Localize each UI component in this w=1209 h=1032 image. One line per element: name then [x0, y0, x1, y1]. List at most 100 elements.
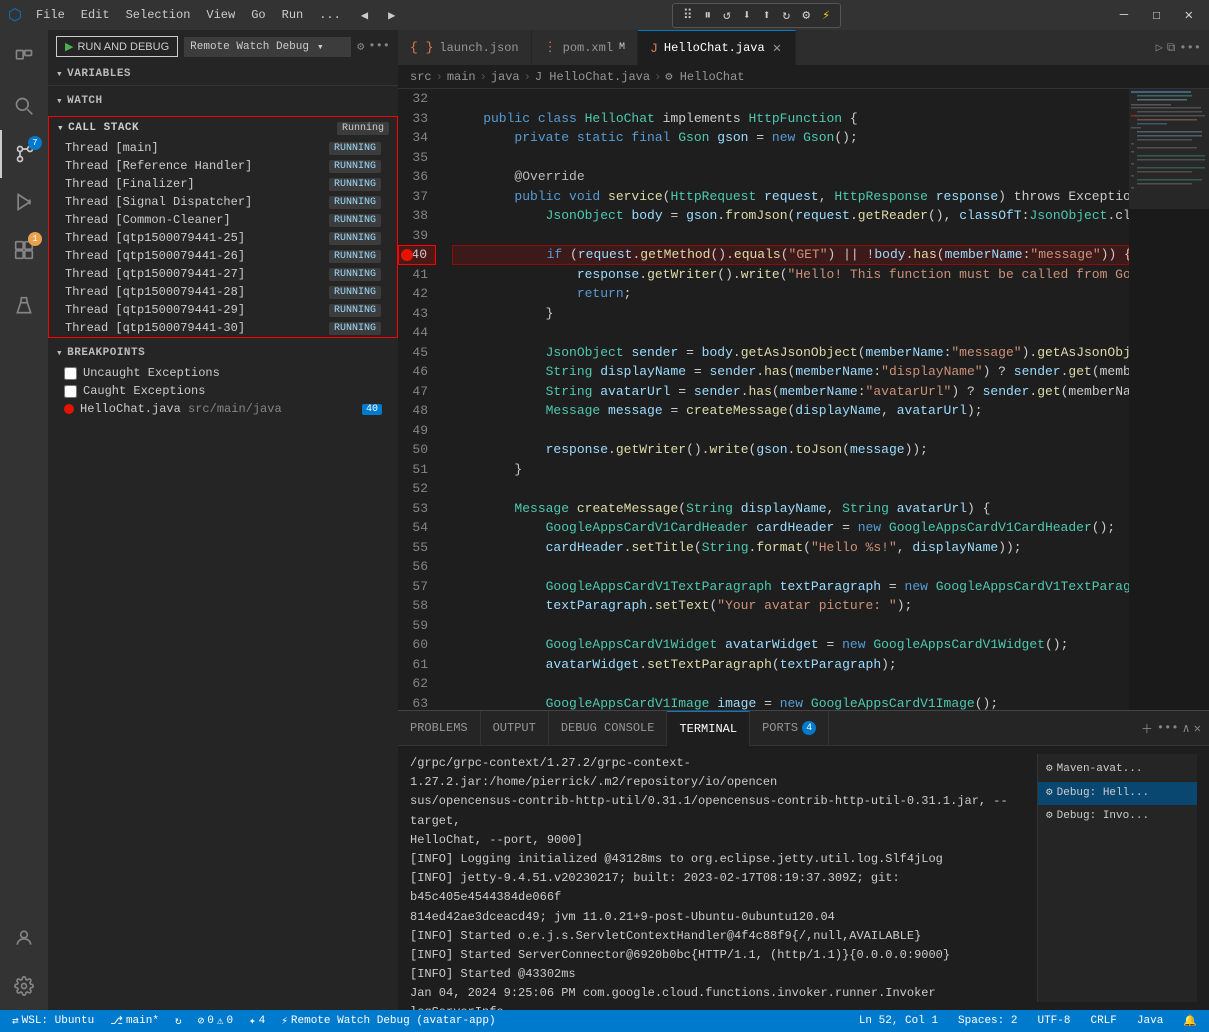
close-button[interactable]: ✕ [1177, 5, 1201, 26]
debug-settings-icon[interactable]: ⚙ [798, 6, 814, 25]
thread-status-10: RUNNING [329, 322, 381, 335]
status-wsl[interactable]: ⇄ WSL: Ubuntu [8, 1014, 98, 1028]
breadcrumb-class[interactable]: ⚙ HelloChat [665, 69, 744, 84]
activity-test[interactable] [0, 282, 48, 330]
thread-item-1[interactable]: Thread [Reference Handler]RUNNING [49, 157, 397, 175]
tab-pom-xml[interactable]: ⋮ pom.xml M [532, 30, 638, 65]
status-eol[interactable]: CRLF [1086, 1015, 1120, 1027]
breadcrumb-file[interactable]: J HelloChat.java [535, 70, 650, 84]
debug-step-out-icon[interactable]: ⬆ [759, 6, 775, 25]
variables-section-header[interactable]: ▾ VARIABLES [48, 63, 398, 85]
line-40-bp-indicator [401, 249, 413, 261]
terminal-side-maven[interactable]: ⚙ Maven-avat... [1038, 758, 1197, 782]
panel-tab-output[interactable]: OUTPUT [481, 711, 549, 746]
more-tabs-icon[interactable]: ••• [1179, 41, 1201, 55]
breakpoint-uncaught[interactable]: Uncaught Exceptions [48, 364, 398, 382]
activity-explorer[interactable] [0, 34, 48, 82]
minimize-button[interactable]: — [1112, 5, 1136, 25]
menu-view[interactable]: View [200, 6, 241, 24]
nav-forward[interactable]: ▶ [382, 6, 401, 25]
panel-add-icon[interactable]: ＋ [1141, 720, 1153, 737]
thread-item-8[interactable]: Thread [qtp1500079441-28]RUNNING [49, 283, 397, 301]
thread-item-4[interactable]: Thread [Common-Cleaner]RUNNING [49, 211, 397, 229]
status-language[interactable]: Java [1133, 1015, 1167, 1027]
caught-exceptions-checkbox[interactable] [64, 385, 77, 398]
debug-lightning-icon[interactable]: ⚡ [818, 6, 834, 25]
activity-run-debug[interactable] [0, 178, 48, 226]
menu-edit[interactable]: Edit [75, 6, 116, 24]
breakpoint-hellochat[interactable]: HelloChat.java src/main/java 40 [48, 400, 398, 418]
thread-item-5[interactable]: Thread [qtp1500079441-25]RUNNING [49, 229, 397, 247]
panel-tab-terminal[interactable]: TERMINAL [667, 711, 750, 746]
code-line-49 [452, 421, 1129, 441]
menu-selection[interactable]: Selection [120, 6, 197, 24]
debug-restart-icon[interactable]: ↺ [719, 6, 735, 25]
thread-item-3[interactable]: Thread [Signal Dispatcher]RUNNING [49, 193, 397, 211]
line-numbers: 32 33 34 35 36 37 38 39 40 41 42 43 44 4… [398, 89, 448, 710]
run-and-debug-button[interactable]: ▶ RUN AND DEBUG [56, 36, 178, 57]
call-stack-header[interactable]: ▾ CALL STACK Running [49, 117, 397, 139]
panel-tab-debug-console[interactable]: DEBUG CONSOLE [549, 711, 668, 746]
thread-item-10[interactable]: Thread [qtp1500079441-30]RUNNING [49, 319, 397, 337]
debug-pause-icon[interactable]: ⏸ [701, 6, 716, 25]
maximize-button[interactable]: ☐ [1144, 5, 1168, 26]
status-encoding[interactable]: UTF-8 [1033, 1015, 1074, 1027]
status-position[interactable]: Ln 52, Col 1 [855, 1015, 942, 1027]
terminal-side-debug-invo[interactable]: ⚙ Debug: Invo... [1038, 805, 1197, 829]
breakpoint-caught[interactable]: Caught Exceptions [48, 382, 398, 400]
menu-more[interactable]: ... [313, 6, 347, 24]
run-in-new-window-icon[interactable]: ▷ [1156, 40, 1163, 55]
menu-go[interactable]: Go [245, 6, 271, 24]
split-editor-icon[interactable]: ⧉ [1167, 41, 1176, 55]
tab-close-button[interactable]: ✕ [771, 40, 783, 57]
panel-maximize-icon[interactable]: ∧ [1183, 721, 1190, 736]
panel-close-icon[interactable]: ✕ [1194, 721, 1201, 736]
activity-extensions[interactable]: 1 [0, 226, 48, 274]
status-remote-debug[interactable]: ⚡ Remote Watch Debug (avatar-app) [277, 1014, 499, 1028]
panel-more-icon[interactable]: ••• [1157, 721, 1179, 735]
thread-item-7[interactable]: Thread [qtp1500079441-27]RUNNING [49, 265, 397, 283]
status-notifications[interactable]: 🔔 [1179, 1014, 1201, 1028]
breadcrumb-java[interactable]: java [491, 70, 520, 84]
breakpoints-section-header[interactable]: ▾ BREAKPOINTS [48, 342, 398, 364]
thread-item-9[interactable]: Thread [qtp1500079441-29]RUNNING [49, 301, 397, 319]
debug-step-into-icon[interactable]: ⬇ [739, 6, 755, 25]
code-content[interactable]: public class HelloChat implements HttpFu… [448, 89, 1129, 710]
sidebar-settings-icon[interactable]: ⚙ [357, 39, 364, 54]
config-selector[interactable]: Remote Watch Debug ▾ [184, 37, 351, 57]
debug-step-over-icon[interactable]: ↻ [779, 6, 795, 25]
menu-file[interactable]: File [30, 6, 71, 24]
thread-item-6[interactable]: Thread [qtp1500079441-26]RUNNING [49, 247, 397, 265]
watch-section-header[interactable]: ▾ WATCH [48, 90, 398, 112]
status-error-icon: ⊘ [198, 1014, 205, 1028]
activity-settings[interactable] [0, 962, 48, 1010]
breadcrumb-src[interactable]: src [410, 70, 432, 84]
code-line-35 [452, 148, 1129, 168]
thread-item-2[interactable]: Thread [Finalizer]RUNNING [49, 175, 397, 193]
activity-search[interactable] [0, 82, 48, 130]
breadcrumb-main[interactable]: main [447, 70, 476, 84]
sidebar-more-icon[interactable]: ••• [368, 39, 390, 54]
status-bar-right: Ln 52, Col 1 Spaces: 2 UTF-8 CRLF Java 🔔 [855, 1014, 1201, 1028]
activity-source-control[interactable]: 7 [0, 130, 48, 178]
thread-item-0[interactable]: Thread [main]RUNNING [49, 139, 397, 157]
uncaught-exceptions-checkbox[interactable] [64, 367, 77, 380]
debug-grid-icon[interactable]: ⠿ [679, 6, 697, 25]
status-branch[interactable]: ⎇ main* [106, 1014, 163, 1028]
terminal-side-debug-hell[interactable]: ⚙ Debug: Hell... [1038, 782, 1197, 806]
status-sync[interactable]: ↻ [171, 1014, 186, 1028]
tab-launch-json[interactable]: { } launch.json [398, 30, 532, 65]
nav-back[interactable]: ◀ [355, 6, 374, 25]
status-breakpoints[interactable]: ✦ 4 [245, 1014, 269, 1028]
panel-tab-ports[interactable]: PORTS 4 [750, 711, 829, 746]
status-errors[interactable]: ⊘ 0 ⚠ 0 [194, 1014, 237, 1028]
line-61: 61 [398, 655, 436, 675]
line-53: 53 [398, 499, 436, 519]
status-spaces[interactable]: Spaces: 2 [954, 1015, 1021, 1027]
code-line-47: String avatarUrl = sender.has(memberName… [452, 382, 1129, 402]
activity-account[interactable] [0, 914, 48, 962]
terminal-main[interactable]: /grpc/grpc-context/1.27.2/grpc-context-1… [410, 754, 1025, 1002]
tab-hellochat-java[interactable]: J HelloChat.java ✕ [638, 30, 796, 65]
panel-tab-problems[interactable]: PROBLEMS [398, 711, 481, 746]
menu-run[interactable]: Run [276, 6, 310, 24]
